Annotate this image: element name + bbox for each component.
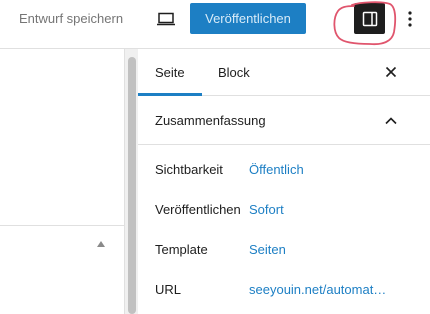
template-value[interactable]: Seiten [249, 241, 286, 259]
editor-canvas[interactable] [0, 49, 124, 314]
close-icon [385, 66, 397, 78]
top-toolbar: Entwurf speichern Veröffentlichen [0, 0, 430, 49]
visibility-label: Sichtbarkeit [155, 162, 223, 177]
publish-button[interactable]: Veröffentlichen [190, 3, 306, 34]
laptop-icon [157, 12, 175, 26]
tab-page[interactable]: Seite [155, 49, 185, 96]
url-value[interactable]: seeyouin.net/automat… [249, 281, 386, 299]
panel-title: Zusammenfassung [155, 113, 266, 128]
triangle-up-icon[interactable] [96, 240, 106, 248]
publish-label: Veröffentlichen [155, 202, 241, 217]
close-sidebar-button[interactable] [382, 63, 400, 81]
publish-value[interactable]: Sofort [249, 201, 284, 219]
vertical-ellipsis-icon [408, 11, 412, 27]
template-label: Template [155, 242, 208, 257]
sidebar-panel-icon [362, 11, 377, 26]
settings-sidebar: Seite Block Zusammenfassung Sichtbarkeit… [138, 49, 430, 314]
editor-divider [0, 225, 124, 226]
visibility-row: Sichtbarkeit Öffentlich [155, 161, 415, 179]
chevron-up-icon[interactable] [383, 113, 399, 129]
template-row: Template Seiten [155, 241, 415, 259]
active-tab-indicator [138, 93, 202, 96]
publish-row: Veröffentlichen Sofort [155, 201, 415, 219]
settings-sidebar-toggle[interactable] [354, 3, 385, 34]
url-row: URL seeyouin.net/automat… [155, 281, 415, 299]
sidebar-tabs: Seite Block [138, 49, 430, 96]
summary-panel-header[interactable]: Zusammenfassung [138, 97, 430, 145]
scrollbar-thumb[interactable] [128, 57, 136, 314]
tab-block[interactable]: Block [218, 49, 250, 96]
visibility-value[interactable]: Öffentlich [249, 161, 304, 179]
save-draft-button[interactable]: Entwurf speichern [19, 10, 123, 28]
url-label: URL [155, 282, 182, 297]
more-options-button[interactable] [404, 8, 416, 30]
preview-button[interactable] [155, 8, 177, 30]
editor-screen: Entwurf speichern Veröffentlichen Seite … [0, 0, 430, 314]
scrollbar[interactable] [124, 49, 138, 314]
